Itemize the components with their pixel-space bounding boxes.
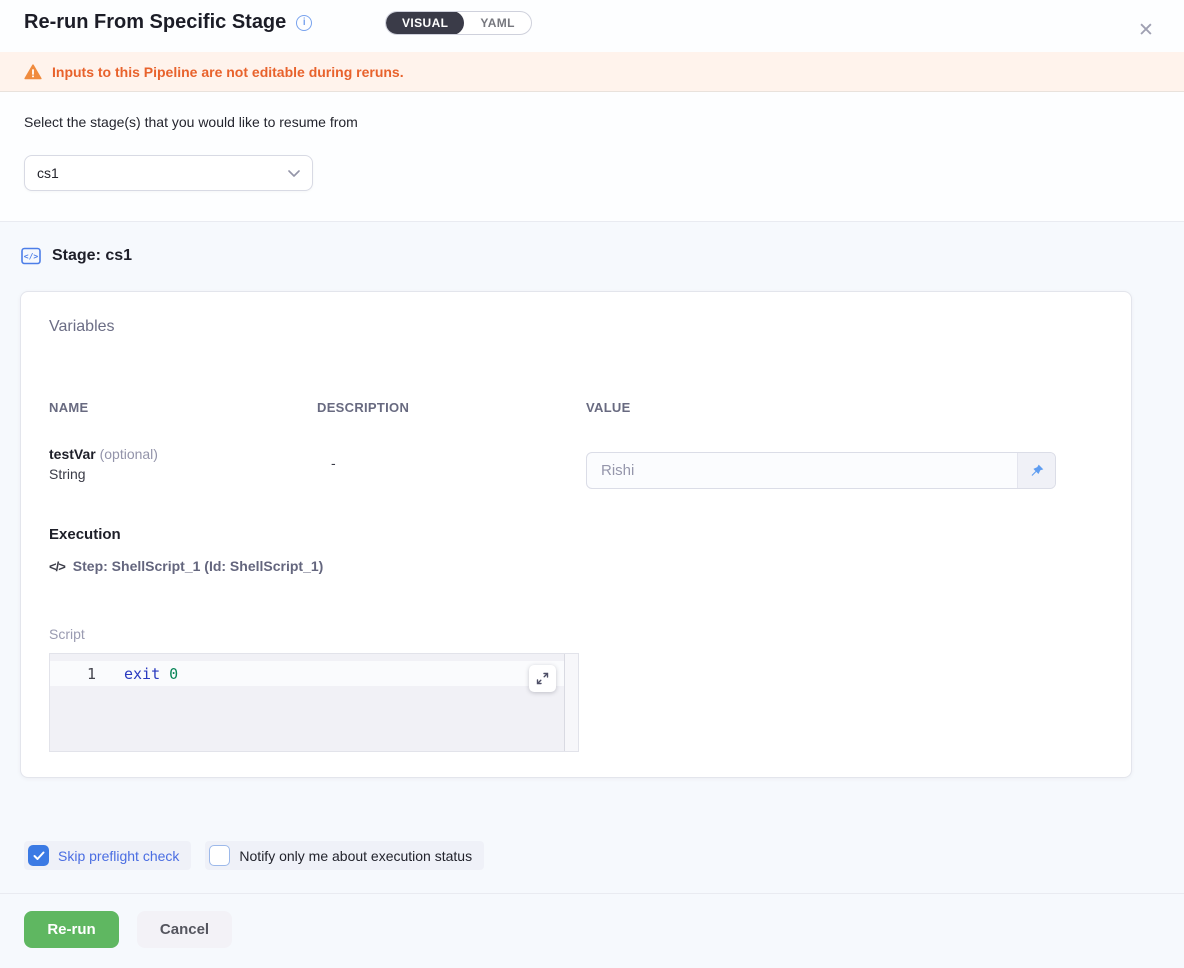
fixed-value-pin-button[interactable] — [1017, 453, 1055, 488]
skip-preflight-checkbox[interactable] — [28, 845, 49, 866]
cancel-button[interactable]: Cancel — [137, 911, 232, 948]
column-header-value: VALUE — [586, 400, 631, 415]
column-header-description: DESCRIPTION — [317, 400, 409, 415]
code-icon: </> — [49, 559, 65, 574]
editor-scrollbar[interactable] — [564, 654, 578, 751]
variable-name: testVar — [49, 446, 96, 462]
warning-banner: Inputs to this Pipeline are not editable… — [0, 52, 1184, 92]
pin-icon — [1029, 463, 1045, 479]
stage-detail-card: Variables NAME DESCRIPTION VALUE testVar… — [20, 291, 1132, 778]
footer-divider — [0, 893, 1184, 894]
chevron-down-icon — [288, 170, 300, 177]
notify-only-me-checkbox[interactable] — [209, 845, 230, 866]
step-label: Step: ShellScript_1 (Id: ShellScript_1) — [73, 558, 324, 574]
execution-title: Execution — [49, 526, 121, 543]
script-code-editor[interactable]: 1 exit 0 — [49, 653, 579, 752]
stage-select-value: cs1 — [37, 165, 59, 181]
checkmark-icon — [33, 851, 45, 861]
info-icon[interactable]: i — [296, 15, 312, 31]
tab-visual[interactable]: VISUAL — [386, 11, 464, 35]
tab-yaml[interactable]: YAML — [464, 11, 531, 35]
rerun-button[interactable]: Re-run — [24, 911, 119, 948]
variable-value-field — [586, 452, 1056, 489]
expand-icon — [536, 672, 549, 685]
variable-value-input[interactable] — [587, 453, 1017, 488]
notify-only-me-label[interactable]: Notify only me about execution status — [239, 848, 472, 864]
rerun-stage-modal: Re-run From Specific Stage i VISUAL YAML… — [0, 0, 1184, 968]
svg-text:</>: </> — [24, 252, 39, 261]
skip-preflight-option[interactable]: Skip preflight check — [24, 841, 191, 870]
stage-section-title: Stage: cs1 — [52, 247, 132, 265]
variable-description: - — [331, 455, 336, 471]
variable-optional-tag: (optional) — [100, 446, 158, 462]
visual-yaml-toggle: VISUAL YAML — [385, 11, 532, 35]
page-title: Re-run From Specific Stage — [24, 11, 286, 34]
run-options: Skip preflight check Notify only me abou… — [24, 841, 484, 870]
line-number: 1 — [50, 665, 96, 683]
stage-select-label: Select the stage(s) that you would like … — [24, 114, 358, 130]
script-label: Script — [49, 626, 85, 642]
variables-title: Variables — [49, 318, 115, 336]
stage-select-dropdown[interactable]: cs1 — [24, 155, 313, 191]
expand-editor-button[interactable] — [529, 665, 556, 692]
step-heading: </> Step: ShellScript_1 (Id: ShellScript… — [49, 558, 323, 574]
notify-only-me-option[interactable]: Notify only me about execution status — [205, 841, 484, 870]
stage-icon: </> — [20, 245, 42, 267]
variable-type: String — [49, 466, 158, 482]
warning-icon — [24, 64, 42, 80]
code-content: exit 0 — [96, 665, 178, 683]
column-header-name: NAME — [49, 400, 88, 415]
stage-heading: </> Stage: cs1 — [20, 245, 132, 267]
skip-preflight-label[interactable]: Skip preflight check — [58, 848, 179, 864]
modal-header: Re-run From Specific Stage i — [24, 11, 312, 34]
table-row: testVar (optional) String — [49, 446, 158, 482]
code-line: 1 exit 0 — [50, 661, 565, 686]
close-icon[interactable]: ✕ — [1136, 21, 1156, 41]
warning-text: Inputs to this Pipeline are not editable… — [52, 64, 404, 80]
